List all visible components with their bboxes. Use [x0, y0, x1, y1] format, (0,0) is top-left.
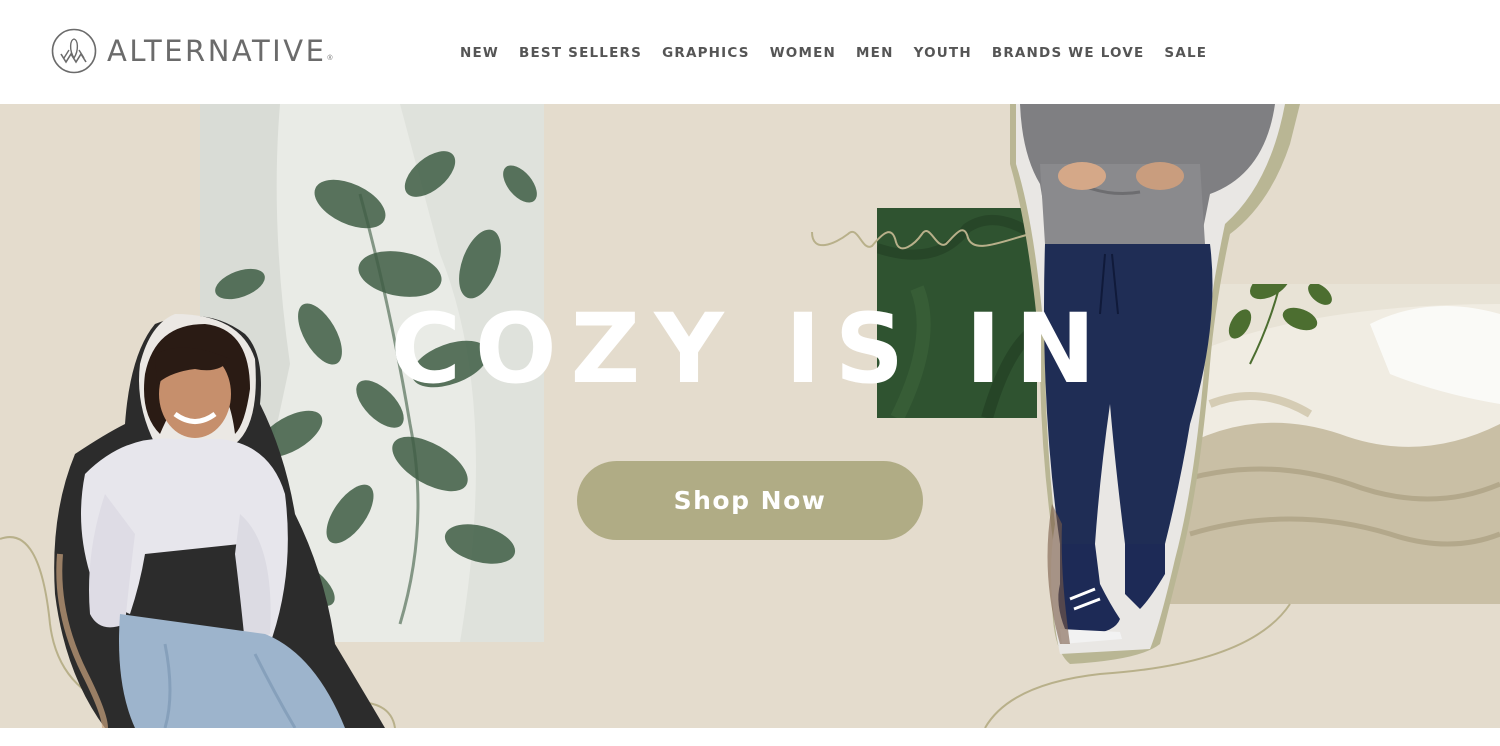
hero-headline: COZY IS IN [390, 293, 1110, 405]
nav-item-best-sellers[interactable]: BEST SELLERS [519, 45, 642, 61]
brand-name: ALTERNATIVE [107, 34, 327, 68]
woman-sweatshirt-photo [54, 314, 386, 728]
nav-item-brands-we-love[interactable]: BRANDS WE LOVE [992, 45, 1145, 61]
nav-item-men[interactable]: MEN [856, 45, 894, 61]
registered-mark: ® [327, 55, 333, 62]
main-nav: NEW BEST SELLERS GRAPHICS WOMEN MEN YOUT… [460, 45, 1207, 61]
nav-item-sale[interactable]: SALE [1164, 45, 1207, 61]
hero-banner[interactable]: COZY IS IN Shop Now [0, 104, 1500, 728]
alternative-monogram-icon [51, 28, 97, 74]
shop-now-button[interactable]: Shop Now [577, 461, 923, 540]
nav-item-women[interactable]: WOMEN [770, 45, 836, 61]
nav-item-new[interactable]: NEW [460, 45, 499, 61]
nav-item-graphics[interactable]: GRAPHICS [662, 45, 750, 61]
nav-item-youth[interactable]: YOUTH [914, 45, 972, 61]
brand-logo[interactable]: ALTERNATIVE ® [51, 28, 333, 74]
page-bottom-strip [0, 728, 1500, 746]
site-header: ALTERNATIVE ® NEW BEST SELLERS GRAPHICS … [0, 0, 1500, 104]
